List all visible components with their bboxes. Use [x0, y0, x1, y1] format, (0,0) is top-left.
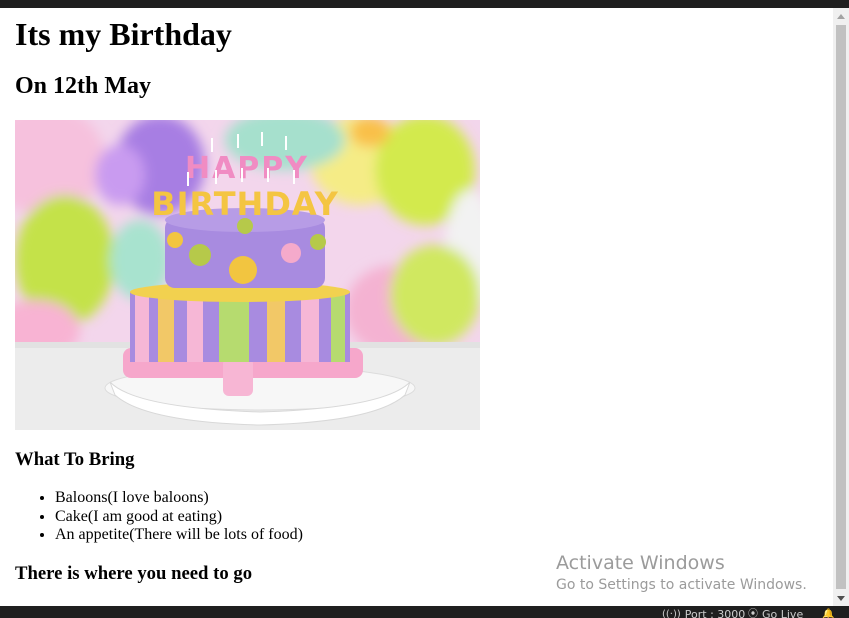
- scrollbar-thumb[interactable]: [836, 25, 846, 589]
- cake-illustration: HAPPY BIRTHDAY: [15, 120, 480, 430]
- bell-icon: 🔔: [822, 609, 835, 618]
- port-status-item[interactable]: ((·)) Port : 3000: [662, 609, 745, 618]
- port-label: Port : 3000: [684, 608, 746, 618]
- status-bar: ((·)) Port : 3000 ⦿ Go Live 🔔: [0, 606, 849, 618]
- watermark-title: Activate Windows: [556, 552, 725, 574]
- list-item: Baloons(I love baloons): [55, 489, 303, 508]
- svg-text:BIRTHDAY: BIRTHDAY: [151, 185, 339, 223]
- svg-text:HAPPY: HAPPY: [185, 151, 309, 186]
- page-subheading: On 12th May: [15, 73, 152, 99]
- watermark-subtitle: Go to Settings to activate Windows.: [556, 577, 807, 593]
- birthday-cake-image: HAPPY BIRTHDAY: [15, 120, 480, 430]
- what-to-bring-heading: What To Bring: [15, 449, 135, 470]
- page-heading: Its my Birthday: [15, 16, 232, 52]
- list-item: An appetite(There will be lots of food): [55, 526, 303, 545]
- window-top-bar: [0, 0, 849, 8]
- scroll-up-arrow-icon[interactable]: [833, 8, 849, 24]
- browser-viewport: Its my Birthday On 12th May HAPPY BIRTHD…: [0, 8, 833, 606]
- notifications-button[interactable]: 🔔: [822, 609, 834, 618]
- broadcast-icon: ((·)): [662, 609, 681, 618]
- list-item: Cake(I am good at eating): [55, 508, 303, 527]
- where-to-go-heading: There is where you need to go: [15, 563, 253, 584]
- go-live-button[interactable]: ⦿ Go Live: [748, 609, 803, 618]
- bring-list: Baloons(I love baloons) Cake(I am good a…: [15, 489, 303, 545]
- golive-icon: ⦿: [748, 609, 758, 618]
- activate-windows-watermark: Activate Windows Go to Settings to activ…: [556, 551, 807, 595]
- go-live-label: Go Live: [762, 608, 804, 618]
- scroll-down-arrow-icon[interactable]: [833, 590, 849, 606]
- vertical-scrollbar[interactable]: [833, 8, 849, 606]
